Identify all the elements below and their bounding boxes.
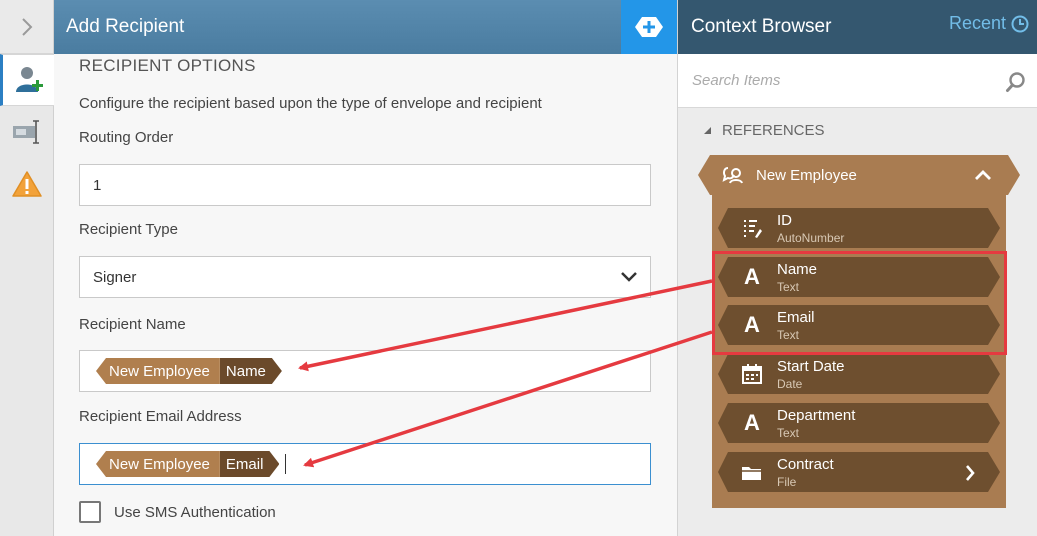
- reference-token[interactable]: New Employee Name: [96, 358, 282, 384]
- routing-order-value: 1: [93, 176, 102, 194]
- panel-header: Add Recipient: [54, 0, 677, 54]
- reference-field-id[interactable]: ID AutoNumber: [718, 208, 1000, 248]
- search-icon[interactable]: [1005, 71, 1027, 93]
- references-toggle[interactable]: REFERENCES: [703, 122, 825, 139]
- recent-label: Recent: [948, 13, 1006, 33]
- recipient-email-label: Recipient Email Address: [79, 408, 242, 425]
- reference-token[interactable]: New Employee Email: [96, 451, 279, 477]
- sms-authentication-row: Use SMS Authentication: [79, 501, 276, 523]
- sms-authentication-checkbox[interactable]: [79, 501, 101, 523]
- reference-field-name-item[interactable]: A Name Text: [718, 257, 1000, 297]
- reference-field-name: Email: [777, 309, 815, 326]
- reference-field-contract[interactable]: Contract File: [718, 452, 1000, 492]
- chevron-down-icon: [621, 272, 637, 282]
- reference-field-name: Name: [777, 261, 818, 278]
- context-browser-title: Context Browser: [691, 16, 832, 37]
- search-bar: Search Items: [678, 54, 1037, 108]
- text-field-icon: [13, 120, 39, 144]
- chevron-right-icon[interactable]: [964, 464, 976, 482]
- text-icon: A: [744, 312, 760, 337]
- recipient-email-input[interactable]: New Employee Email: [79, 443, 651, 485]
- reference-field-name: Contract: [777, 456, 834, 473]
- reference-fields-list: ID AutoNumber A Name Text A Email Text S…: [712, 195, 1006, 508]
- search-input[interactable]: Search Items: [692, 72, 780, 89]
- add-recipient-panel: Add Recipient RECIPIENT OPTIONS Configur…: [54, 0, 677, 536]
- recent-button[interactable]: Recent: [949, 13, 1029, 34]
- chevron-right-icon: [21, 17, 32, 36]
- references-label: REFERENCES: [722, 122, 825, 139]
- section-description: Configure the recipient based upon the t…: [79, 95, 542, 112]
- reference-field-type: Date: [777, 377, 803, 391]
- warning-icon: [12, 171, 42, 197]
- reference-field-type: Text: [777, 328, 800, 342]
- rail-toggle-button[interactable]: [0, 0, 53, 54]
- rail-warning-button[interactable]: [0, 158, 54, 210]
- routing-order-label: Routing Order: [79, 129, 174, 146]
- reference-field-type: AutoNumber: [777, 231, 845, 245]
- section-title: RECIPIENT OPTIONS: [79, 56, 256, 75]
- reference-field-type: Text: [777, 280, 800, 294]
- text-icon: A: [744, 410, 760, 435]
- token-field: Name: [220, 358, 282, 384]
- context-browser: Context Browser Recent Search Items REFE…: [677, 0, 1037, 536]
- token-field: Email: [220, 451, 280, 477]
- recipient-type-label: Recipient Type: [79, 221, 178, 238]
- add-icon: [635, 17, 663, 37]
- reference-field-name: Department: [777, 407, 856, 424]
- token-entity: New Employee: [96, 358, 220, 384]
- text-icon: A: [744, 264, 760, 289]
- reference-field-name: Start Date: [777, 358, 845, 375]
- clock-icon: [1011, 15, 1029, 32]
- reference-field-department[interactable]: A Department Text: [718, 403, 1000, 443]
- panel-title: Add Recipient: [66, 16, 185, 37]
- rail-add-recipient-button[interactable]: [0, 54, 54, 106]
- chevron-up-icon[interactable]: [974, 169, 992, 181]
- calendar-icon: [740, 362, 764, 386]
- recipient-type-value: Signer: [93, 268, 137, 286]
- entity-icon: [722, 165, 744, 185]
- add-recipient-icon: [15, 67, 43, 92]
- reference-field-type: Text: [777, 426, 800, 440]
- text-caret: [285, 454, 287, 474]
- context-browser-header: Context Browser Recent: [678, 0, 1037, 54]
- reference-group-new-employee[interactable]: New Employee: [698, 155, 1020, 195]
- recipient-name-input[interactable]: New Employee Name: [79, 350, 651, 392]
- reference-field-start-date[interactable]: Start Date Date: [718, 354, 1000, 394]
- reference-group-name: New Employee: [756, 166, 857, 184]
- left-rail: [0, 0, 54, 536]
- recipient-type-select[interactable]: Signer: [79, 256, 651, 298]
- reference-field-type: File: [777, 475, 797, 489]
- routing-order-input[interactable]: 1: [79, 164, 651, 206]
- sms-authentication-label: Use SMS Authentication: [114, 503, 276, 521]
- token-entity: New Employee: [96, 451, 220, 477]
- rail-text-field-button[interactable]: [0, 106, 54, 158]
- collapse-triangle-icon: [704, 127, 711, 134]
- reference-field-email[interactable]: A Email Text: [718, 305, 1000, 345]
- reference-field-name: ID: [777, 212, 792, 229]
- add-button[interactable]: [621, 0, 677, 54]
- recipient-name-label: Recipient Name: [79, 316, 186, 333]
- autonumber-icon: [740, 216, 764, 240]
- folder-icon: [740, 460, 764, 484]
